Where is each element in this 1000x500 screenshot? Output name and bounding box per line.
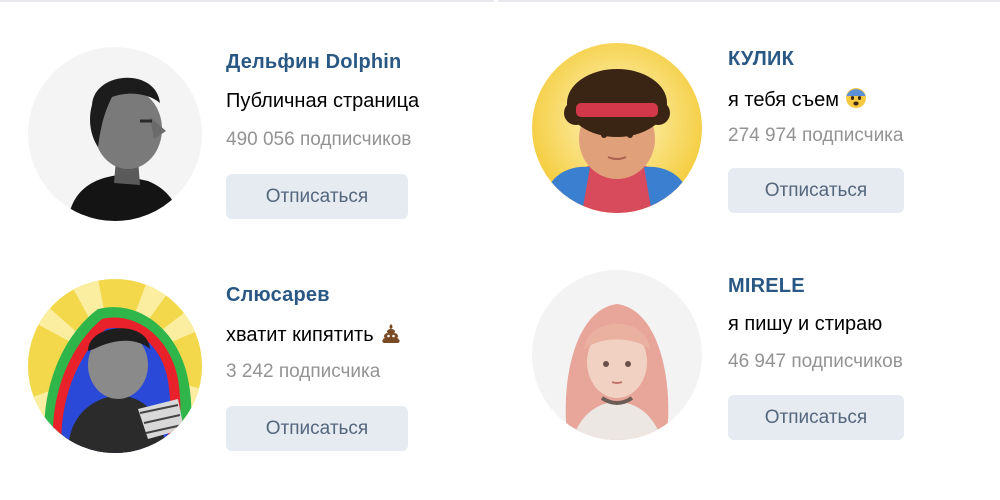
community-panel-left: Дельфин Dolphin Публичная страница 490 0…	[0, 0, 494, 500]
community-name[interactable]: MIRELE	[728, 275, 805, 298]
community-card: Слюсарев хватит кипятить 3 242 подписчик…	[0, 250, 494, 500]
community-avatar[interactable]	[28, 47, 202, 221]
community-panel-right: КУЛИК я тебя съем 274 974 подписчика Отп…	[498, 0, 1000, 500]
subscriber-count: 3 242 подписчика	[226, 361, 381, 382]
community-name[interactable]: КУЛИК	[728, 48, 794, 71]
community-avatar[interactable]	[28, 279, 202, 453]
subscriber-count: 490 056 подписчиков	[226, 129, 412, 150]
community-name[interactable]: Дельфин Dolphin	[226, 51, 401, 74]
rays-portrait-icon	[28, 279, 202, 453]
community-status: хватит кипятить	[226, 322, 402, 350]
community-status: я пишу и стираю	[728, 313, 883, 335]
community-avatar[interactable]	[532, 43, 702, 213]
community-card: КУЛИК я тебя съем 274 974 подписчика Отп…	[498, 0, 1000, 250]
subscriber-count: 46 947 подписчиков	[728, 351, 903, 372]
pink-hair-portrait-icon	[532, 270, 702, 440]
status-text: я тебя съем	[728, 89, 839, 111]
community-card: Дельфин Dolphin Публичная страница 490 0…	[0, 0, 494, 250]
unsubscribe-button[interactable]: Отписаться	[728, 168, 904, 213]
pile-of-poo-icon	[380, 322, 402, 350]
community-status: Публичная страница	[226, 90, 420, 112]
fearful-face-icon	[845, 87, 867, 115]
unsubscribe-button[interactable]: Отписаться	[226, 174, 408, 219]
community-status: я тебя съем	[728, 87, 867, 115]
unsubscribe-button[interactable]: Отписаться	[226, 406, 408, 451]
subscriber-count: 274 974 подписчика	[728, 125, 904, 146]
unsubscribe-button[interactable]: Отписаться	[728, 395, 904, 440]
community-name[interactable]: Слюсарев	[226, 284, 330, 307]
status-text: хватит кипятить	[226, 324, 374, 346]
headband-portrait-icon	[532, 43, 702, 213]
community-card: MIRELE я пишу и стираю 46 947 подписчико…	[498, 250, 1000, 500]
community-avatar[interactable]	[532, 270, 702, 440]
bw-portrait-icon	[28, 47, 202, 221]
